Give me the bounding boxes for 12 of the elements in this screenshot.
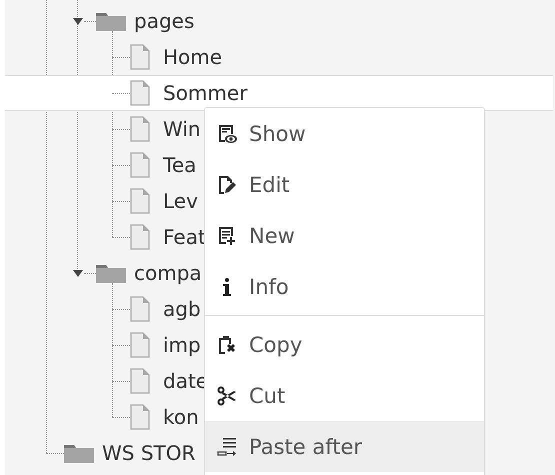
tree-item-label: Sommer bbox=[163, 81, 248, 105]
tree-item-label: kon bbox=[163, 405, 199, 429]
tree-item-label: pages bbox=[134, 9, 194, 33]
tree-item-label: imp bbox=[163, 333, 201, 357]
tree-item-label: agb bbox=[163, 297, 201, 321]
tree-item-label: compa bbox=[134, 261, 202, 285]
tree-item-label: Home bbox=[163, 45, 222, 69]
tree-item-label: Win bbox=[163, 117, 201, 141]
tree-item-label: WS STOR bbox=[102, 441, 196, 465]
tree-item-label: Lev bbox=[163, 189, 198, 213]
tree-item-label: Tea bbox=[163, 153, 196, 177]
tree-item-label: Feat bbox=[163, 225, 206, 249]
